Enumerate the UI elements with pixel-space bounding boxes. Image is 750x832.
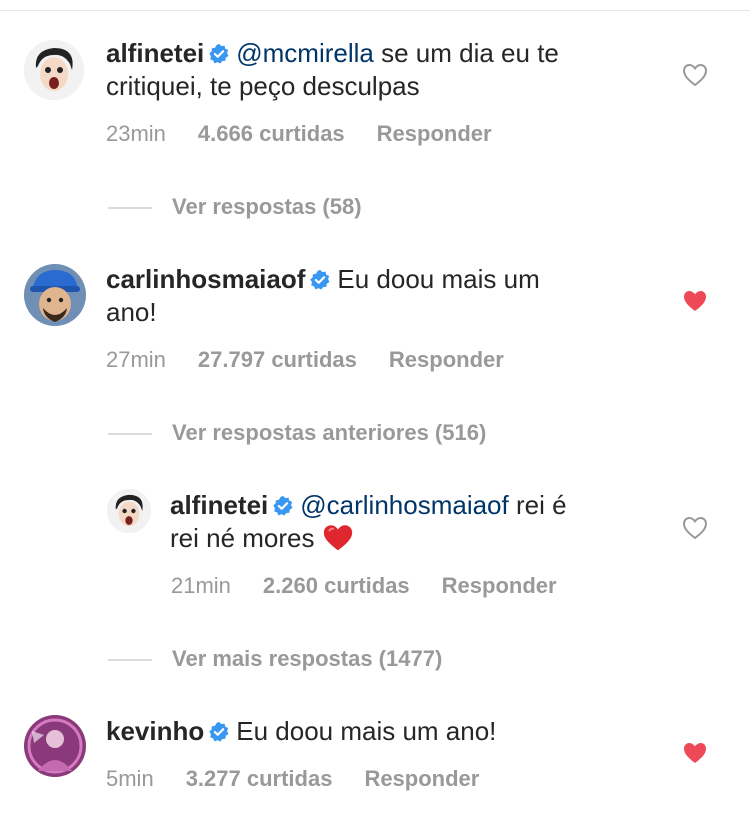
thread-line [108, 433, 152, 436]
likes-count[interactable]: 2.260 curtidas [263, 573, 410, 598]
comment-body: Eu doou mais um [337, 264, 540, 294]
comment-body-line2: ano! [106, 297, 157, 327]
reply-button[interactable]: Responder [364, 766, 479, 791]
comment-body: se um dia eu te [373, 38, 559, 68]
username[interactable]: alfinetei [106, 38, 204, 68]
avatar[interactable] [24, 40, 84, 100]
comment-body: Eu doou mais um ano! [236, 716, 497, 746]
view-more-label: Ver mais respostas (1477) [172, 646, 443, 671]
avatar-kevinho-image [24, 715, 86, 777]
verified-badge-icon [310, 269, 330, 290]
comment-time: 21min [171, 573, 231, 598]
heart-icon-liked[interactable] [682, 741, 708, 765]
likes-count[interactable]: 27.797 curtidas [198, 347, 357, 372]
comment-meta: 27min 27.797 curtidas Responder [106, 347, 536, 373]
divider [0, 10, 750, 11]
avatar-carlinhosmaiaof-image [24, 264, 86, 326]
comment-meta: 21min 2.260 curtidas Responder [171, 573, 589, 599]
username[interactable]: alfinetei [170, 490, 268, 520]
comment-body: rei é [508, 490, 567, 520]
avatar-alfinetei-image [24, 40, 84, 100]
mention-link[interactable]: @carlinhosmaiaof [300, 490, 508, 520]
avatar[interactable] [24, 264, 86, 326]
heart-icon[interactable] [682, 63, 708, 87]
comment-body-line2: rei né mores [170, 523, 322, 553]
view-replies-label: Ver respostas (58) [172, 194, 362, 219]
verified-badge-icon [209, 721, 229, 742]
reply-button[interactable]: Responder [442, 573, 557, 598]
username[interactable]: kevinho [106, 716, 204, 746]
avatar-alfinetei-image [107, 489, 151, 533]
comment-text: carlinhosmaiaof Eu doou mais um ano! [106, 263, 666, 329]
comment-text: alfinetei @carlinhosmaiaof rei é rei né m… [170, 489, 650, 555]
comment-text: kevinho Eu doou mais um ano! [106, 715, 666, 748]
username[interactable]: carlinhosmaiaof [106, 264, 305, 294]
comment-meta: 23min 4.666 curtidas Responder [106, 121, 524, 147]
reply-button[interactable]: Responder [389, 347, 504, 372]
thread-line [108, 207, 152, 210]
comment-time: 23min [106, 121, 166, 146]
thread-line [108, 659, 152, 662]
reply-button[interactable]: Responder [377, 121, 492, 146]
avatar[interactable] [24, 715, 86, 777]
mention-link[interactable]: @mcmirella [236, 38, 374, 68]
likes-count[interactable]: 4.666 curtidas [198, 121, 345, 146]
view-replies-button[interactable]: Ver respostas (58) [108, 194, 362, 220]
view-more-replies-button[interactable]: Ver mais respostas (1477) [108, 646, 442, 672]
comment-time: 27min [106, 347, 166, 372]
heart-icon[interactable] [682, 516, 708, 540]
avatar[interactable] [107, 489, 151, 533]
comment-time: 5min [106, 766, 154, 791]
comment-meta: 5min 3.277 curtidas Responder [106, 766, 511, 792]
comment-text: alfinetei @mcmirella se um dia eu te crit… [106, 37, 666, 103]
likes-count[interactable]: 3.277 curtidas [186, 766, 333, 791]
verified-badge-icon [273, 495, 293, 516]
view-previous-label: Ver respostas anteriores (516) [172, 420, 487, 445]
comment-body-line2: critiquei, te peço desculpas [106, 71, 420, 101]
red-heart-emoji-icon [323, 525, 352, 551]
heart-icon-liked[interactable] [682, 289, 708, 313]
verified-badge-icon [209, 43, 229, 64]
view-previous-replies-button[interactable]: Ver respostas anteriores (516) [108, 420, 486, 446]
